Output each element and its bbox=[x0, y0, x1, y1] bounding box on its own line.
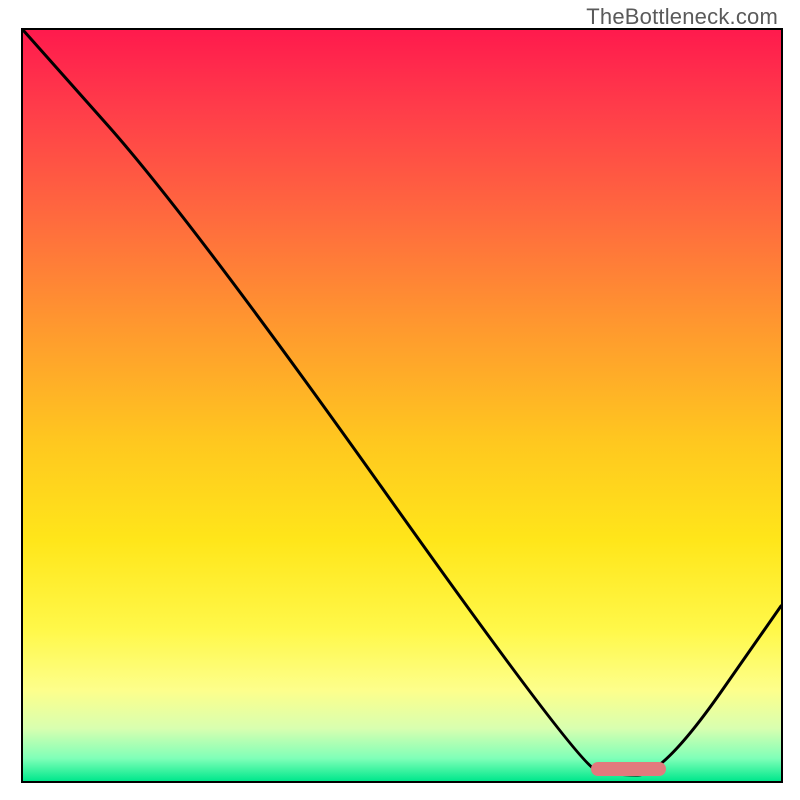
plot-area bbox=[21, 28, 783, 783]
curve-svg bbox=[23, 30, 781, 781]
chart-container: TheBottleneck.com bbox=[0, 0, 800, 800]
bottleneck-curve bbox=[23, 30, 781, 775]
watermark-text: TheBottleneck.com bbox=[586, 4, 778, 30]
optimal-range-marker bbox=[591, 762, 666, 776]
